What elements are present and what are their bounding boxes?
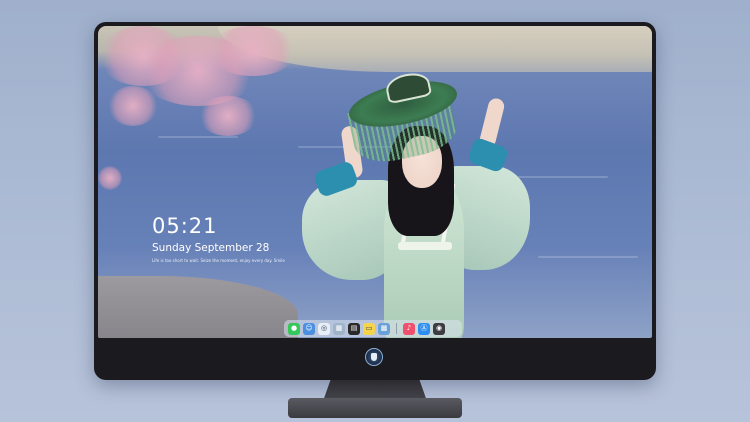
brand-logo — [365, 348, 383, 366]
rock — [98, 276, 298, 338]
water-ripple — [158, 136, 238, 138]
water-ripple — [538, 256, 638, 258]
sash — [398, 242, 452, 250]
screenshot-icon[interactable]: ◉ — [433, 322, 445, 335]
claquette-icon[interactable]: ▤ — [348, 322, 360, 335]
dock-separator — [396, 323, 397, 334]
preview-icon[interactable]: ▦ — [333, 322, 345, 335]
lock-clock: 05:21 — [152, 214, 218, 238]
monitor: 05:21 Sunday September 28 Life is too sh… — [94, 22, 656, 380]
blossom-cluster — [98, 166, 122, 190]
messages-icon[interactable]: ● — [288, 322, 300, 335]
blossom-cluster — [198, 96, 258, 136]
music-icon[interactable]: ♪ — [403, 322, 415, 335]
lock-quote: Life is too short to wait. Seize the mom… — [152, 258, 285, 263]
lock-date: Sunday September 28 — [152, 242, 270, 254]
safari-icon[interactable]: ◎ — [318, 322, 330, 335]
dock: ● ☺ ◎ ▦ ▤ ▭ ▩ ♪ Ⓐ ◉ — [284, 320, 462, 337]
finder-icon[interactable]: ☺ — [303, 322, 315, 335]
app-store-icon[interactable]: Ⓐ — [418, 322, 430, 335]
blossom-cluster — [108, 86, 158, 126]
lock-screen: 05:21 Sunday September 28 Life is too sh… — [98, 26, 652, 338]
notes-icon[interactable]: ▭ — [363, 322, 375, 335]
wallpaper-figure — [288, 69, 530, 338]
blossom-cluster — [208, 26, 298, 76]
water-ripple — [518, 176, 608, 178]
photos-icon[interactable]: ▩ — [378, 322, 390, 335]
monitor-stand-base — [288, 398, 462, 418]
